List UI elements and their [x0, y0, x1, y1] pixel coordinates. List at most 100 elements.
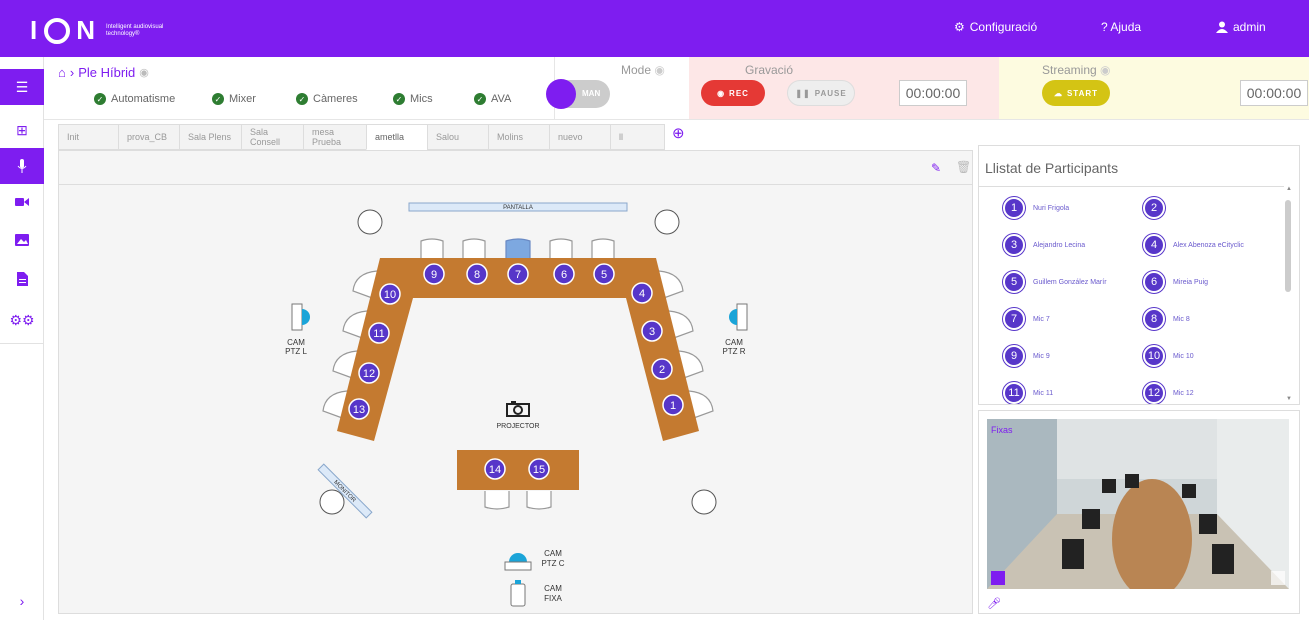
participant-item[interactable]: 5 Guillem González Marír: [1003, 271, 1107, 293]
check-icon: ✓: [212, 93, 224, 105]
participant-item[interactable]: 6 Mireia Puig: [1143, 271, 1208, 293]
tab-ametlla[interactable]: ametlla: [366, 124, 428, 150]
streaming-panel: Streaming ◉ ☁ START 00:00:00: [999, 57, 1309, 119]
camera-feed-image: Fixas: [987, 419, 1289, 589]
video-camera-icon[interactable]: [0, 184, 44, 220]
participant-item[interactable]: 1 Nuri Frigola: [1003, 197, 1069, 219]
tab-prova-cb[interactable]: prova_CB: [118, 124, 180, 150]
grid-icon[interactable]: ⊞: [0, 112, 44, 148]
tab-mesa-prueba[interactable]: mesa Prueba: [303, 124, 367, 150]
status-label: Automatisme: [111, 93, 176, 105]
image-icon[interactable]: [0, 222, 44, 258]
tab-sala-consell[interactable]: Sala Consell: [241, 124, 304, 150]
participant-name: Alejandro Lecina: [1033, 241, 1086, 249]
microphone-icon[interactable]: [0, 148, 44, 184]
participant-item[interactable]: 10 Mic 10: [1143, 345, 1194, 367]
room-toolbar: ✎ 🗑: [59, 151, 972, 185]
mic-number: 11: [373, 328, 384, 340]
top-chairs: [420, 238, 615, 259]
tab-molins[interactable]: Molins: [488, 124, 550, 150]
mic-number: 3: [649, 326, 655, 338]
edit-pencil-icon[interactable]: ✎: [931, 161, 941, 175]
feed-label: Fixas: [991, 425, 1013, 435]
config-link[interactable]: ⚙ Configuració: [954, 20, 1037, 34]
room-layout: ✎ 🗑 PANTALLA MONITOR PROJECTOR CAM PTZ L…: [58, 150, 973, 614]
rec-button[interactable]: ◉ REC: [701, 80, 765, 106]
status-label: Mixer: [229, 93, 256, 105]
help-link[interactable]: ? Ajuda: [1101, 20, 1141, 34]
tab-nuevo[interactable]: nuevo: [549, 124, 611, 150]
mic-number: 1: [670, 400, 676, 412]
room-tabs: Init prova_CB Sala Plens Sala Consell me…: [58, 124, 685, 150]
trash-icon[interactable]: 🗑: [956, 160, 971, 174]
logo-ring: [44, 17, 71, 44]
participant-item[interactable]: 7 Mic 7: [1003, 308, 1050, 330]
chevron-right-icon[interactable]: ›: [0, 583, 44, 619]
participant-number: 11: [1003, 382, 1025, 404]
tab-ll[interactable]: ll: [610, 124, 665, 150]
participant-item[interactable]: 4 Alex Abenoza eCityclic: [1143, 234, 1244, 256]
mic-number: 12: [363, 368, 375, 380]
status-cameres: ✓ Càmeres: [296, 93, 358, 105]
participant-item[interactable]: 12 Mic 12: [1143, 382, 1194, 404]
settings-cogs-icon[interactable]: ⚙⚙: [0, 302, 44, 338]
participant-name: Mic 8: [1173, 315, 1190, 323]
rec-label: REC: [729, 88, 749, 98]
breadcrumb-separator: ›: [69, 65, 75, 80]
speaker-circle: [357, 209, 383, 235]
participant-item[interactable]: 11 Mic 11: [1003, 382, 1053, 404]
status-label: Mics: [410, 93, 433, 105]
mic-number: 4: [639, 288, 645, 300]
cam-ptz-r-label: PTZ R: [722, 347, 745, 356]
participant-item[interactable]: 2: [1143, 197, 1173, 219]
mic-number: 15: [533, 464, 545, 476]
participant-number: 2: [1143, 197, 1165, 219]
participant-number: 1: [1003, 197, 1025, 219]
participant-name: Guillem González Marír: [1033, 278, 1107, 286]
help-label: ? Ajuda: [1101, 20, 1142, 34]
tab-sala-plens[interactable]: Sala Plens: [179, 124, 242, 150]
check-icon: ✓: [474, 93, 486, 105]
microphone-icon[interactable]: 🎤︎: [987, 597, 1001, 610]
mode-toggle[interactable]: MAN: [546, 79, 610, 109]
participant-number: 5: [1003, 271, 1025, 293]
sidebar-divider: [0, 343, 44, 344]
user-menu[interactable]: admin: [1216, 20, 1266, 34]
mode-value: MAN: [582, 89, 601, 98]
center-table: [457, 450, 579, 490]
recording-title: Gravació: [745, 63, 794, 77]
cam-ptz-l-label: PTZ L: [285, 347, 307, 356]
speaker-circle: [654, 209, 680, 235]
document-icon[interactable]: [0, 261, 44, 297]
menu-icon[interactable]: ☰: [0, 69, 44, 105]
cam-ptz-c-label: PTZ C: [541, 559, 564, 568]
home-icon[interactable]: ⌂: [58, 65, 66, 80]
participant-name: Mic 12: [1173, 389, 1194, 397]
tab-init[interactable]: Init: [58, 124, 119, 150]
speaker-circle: [691, 489, 717, 515]
gear-icon: ⚙: [954, 20, 965, 34]
camera-fixa-icon: [510, 580, 526, 607]
status-label: Càmeres: [313, 93, 358, 105]
participants-panel: Llistat de Participants 1 Nuri Frigola 2 3 A…: [978, 145, 1300, 405]
cam-fixa-label: FIXA: [544, 594, 562, 603]
participant-number: 4: [1143, 234, 1165, 256]
check-icon: ✓: [296, 93, 308, 105]
participant-item[interactable]: 3 Alejandro Lecina: [1003, 234, 1085, 256]
top-bar: I N Intelligent audiovisual technology® …: [0, 0, 1309, 57]
participant-item[interactable]: 9 Mic 9: [1003, 345, 1050, 367]
config-label: Configuració: [969, 20, 1038, 34]
cam-fixa-label: CAM: [544, 584, 562, 593]
screen-label: PANTALLA: [503, 205, 533, 211]
tab-salou[interactable]: Salou: [427, 124, 489, 150]
participant-number: 6: [1143, 271, 1165, 293]
info-icon[interactable]: ◉: [139, 66, 149, 79]
pause-button[interactable]: ❚❚ PAUSE: [787, 80, 855, 106]
mic-number: 14: [489, 464, 501, 476]
add-tab-icon[interactable]: ⊕: [672, 124, 685, 150]
participant-item[interactable]: 8 Mic 8: [1143, 308, 1190, 330]
participants-list: 1 Nuri Frigola 2 3 Alejandro Lecina 4 Alex Abe…: [979, 186, 1284, 404]
start-streaming-button[interactable]: ☁ START: [1042, 80, 1110, 106]
participants-scrollbar[interactable]: ▲ ▼: [1283, 186, 1293, 402]
ion-logo: I N Intelligent audiovisual technology®: [30, 15, 186, 46]
